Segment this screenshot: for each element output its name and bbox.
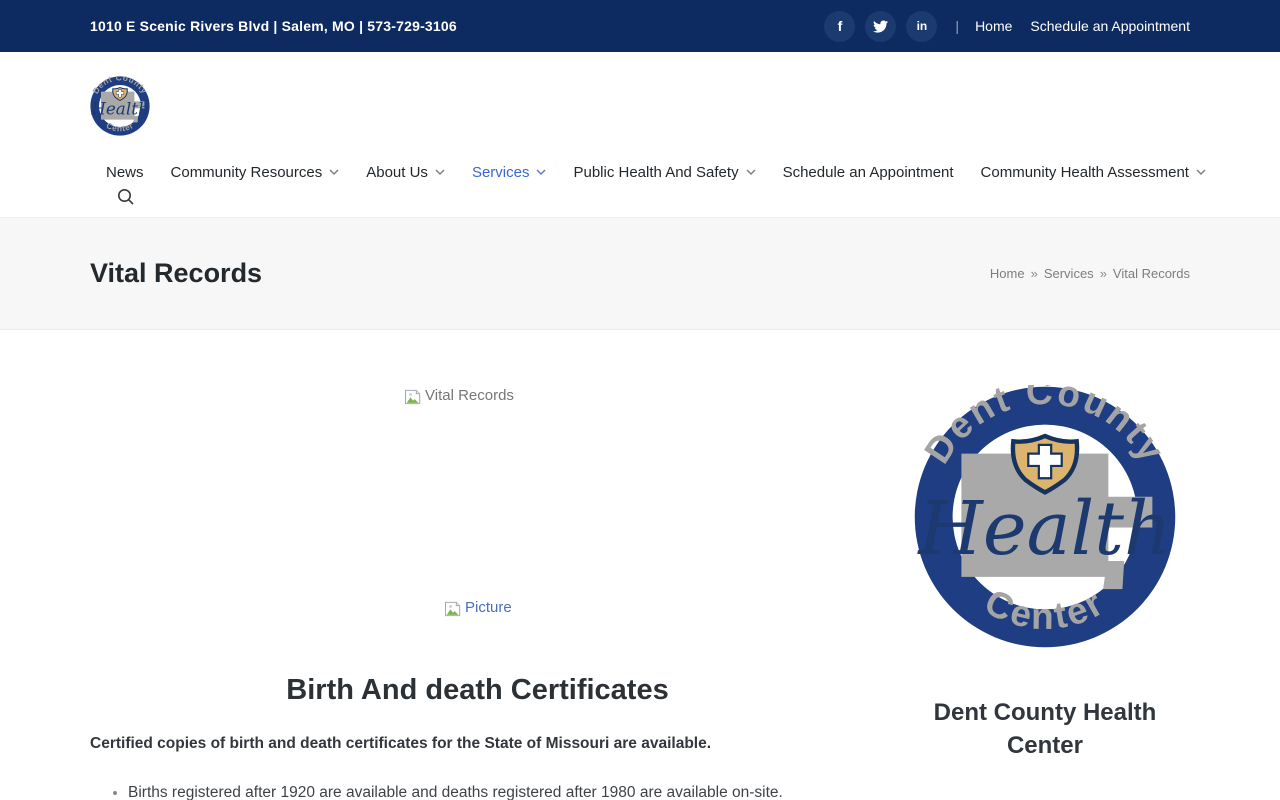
broken-image-picture-link[interactable]: Picture [443, 599, 865, 619]
main-navigation: News Community Resources About Us Servic… [106, 164, 1206, 181]
main-content-area: Vital Records Picture Birth And death Ce… [0, 330, 1280, 800]
nav-item-services[interactable]: Services [472, 164, 547, 181]
chevron-down-icon [329, 169, 339, 176]
list-item: Births registered after 1920 are availab… [128, 782, 865, 800]
site-header: News Community Resources About Us Servic… [0, 52, 1280, 218]
info-list: Births registered after 1920 are availab… [90, 782, 865, 800]
chevron-down-icon [746, 169, 756, 176]
linkedin-icon[interactable]: in [906, 10, 938, 42]
chevron-down-icon [536, 169, 546, 176]
breadcrumb-separator: » [1099, 266, 1107, 281]
sidebar-logo [913, 385, 1177, 649]
social-links: f in [824, 10, 938, 42]
section-heading: Birth And death Certificates [286, 674, 669, 706]
nav-item-about-us[interactable]: About Us [366, 164, 445, 181]
page-title-band: Vital Records Home » Services » Vital Re… [0, 218, 1280, 330]
site-logo[interactable] [90, 76, 150, 136]
nav-item-community-resources[interactable]: Community Resources [171, 164, 340, 181]
search-icon[interactable] [116, 187, 136, 207]
article-content: Vital Records Picture Birth And death Ce… [90, 330, 865, 800]
sidebar: Dent County Health Center [900, 330, 1190, 762]
breadcrumb-services[interactable]: Services [1044, 266, 1094, 281]
breadcrumb-current: Vital Records [1112, 266, 1190, 281]
broken-image-vital-records: Vital Records [403, 387, 865, 407]
intro-paragraph: Certified copies of birth and death cert… [90, 735, 712, 752]
broken-image-icon [405, 389, 421, 405]
page-title: Vital Records [90, 258, 263, 288]
facebook-icon[interactable]: f [824, 10, 856, 42]
breadcrumb: Home » Services » Vital Records [990, 266, 1190, 281]
twitter-icon[interactable] [865, 10, 897, 42]
broken-image-icon [445, 601, 461, 617]
topbar: 1010 E Scenic Rivers Blvd | Salem, MO | … [0, 0, 1280, 52]
image-alt-link-text: Picture [465, 599, 512, 616]
nav-item-public-health-and-safety[interactable]: Public Health And Safety [573, 164, 756, 181]
image-alt-text: Vital Records [425, 387, 514, 404]
nav-item-news[interactable]: News [106, 164, 144, 181]
sidebar-title: Dent County Health Center [933, 699, 1157, 759]
topbar-schedule-link[interactable]: Schedule an Appointment [1030, 18, 1190, 34]
topbar-right: f in | Home Schedule an Appointment [824, 10, 1190, 42]
topbar-divider: | [955, 18, 960, 34]
breadcrumb-separator: » [1030, 266, 1038, 281]
nav-item-schedule-an-appointment[interactable]: Schedule an Appointment [783, 164, 954, 181]
topbar-home-link[interactable]: Home [975, 18, 1012, 34]
chevron-down-icon [1196, 169, 1206, 176]
breadcrumb-home[interactable]: Home [990, 266, 1025, 281]
nav-item-community-health-assessment[interactable]: Community Health Assessment [981, 164, 1206, 181]
search-row [116, 187, 1190, 207]
chevron-down-icon [435, 169, 445, 176]
address-phone-text: 1010 E Scenic Rivers Blvd | Salem, MO | … [90, 18, 457, 34]
